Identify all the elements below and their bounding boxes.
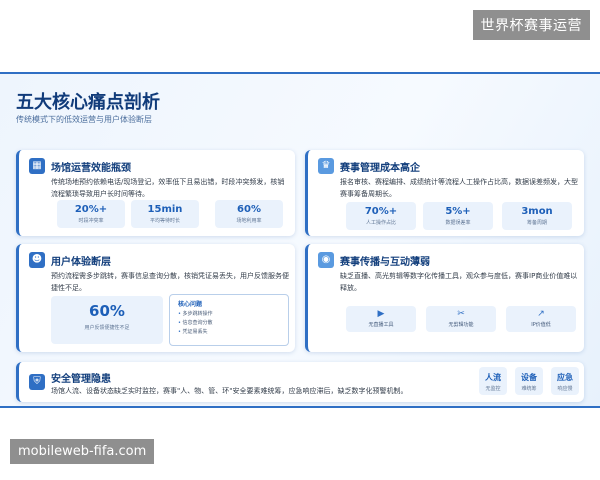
stat-label: 平均等待时长: [149, 218, 180, 224]
core-issues-box: 核心问题 多步跳转操作 信息查询分散 凭证易丢失: [169, 294, 289, 346]
tool-tile: ▶ 无直播工具: [346, 306, 416, 332]
card-event-cost: ♛ 赛事管理成本高企 报名审核、赛程编排、成绩统计等流程人工操作占比高，数据误差…: [305, 150, 584, 236]
security-chip: 应急 响应慢: [551, 367, 579, 395]
core-issues-title: 核心问题: [178, 301, 203, 308]
stat-value: 5%+: [445, 206, 471, 217]
card-description: 场馆人流、设备状态缺乏实时监控，赛事"人、物、管、环"安全要素难统筹，应急响应滞…: [51, 387, 408, 395]
trophy-icon: ♛: [318, 158, 334, 174]
card-description: 预约流程需多步跳转，赛事信息查询分散，核销凭证易丢失，用户反馈服务便捷性不足。: [51, 272, 289, 292]
chip-sub: 无监控: [485, 386, 501, 392]
stat-value: 60%: [237, 204, 261, 215]
scissors-icon: ✂: [457, 309, 465, 319]
stat-tile: 60% 场地利用率: [215, 200, 283, 228]
slide-subtitle: 传统模式下的低效运营与用户体验断层: [16, 115, 152, 124]
stat-value: 70%+: [364, 206, 398, 217]
card-title: 赛事传播与互动薄弱: [340, 257, 430, 268]
stat-tile: 20%+ 时段冲突率: [57, 200, 125, 228]
stat-label: 时段冲突率: [78, 218, 104, 224]
site-url-label: mobileweb-fifa.com: [10, 439, 155, 464]
stat-value: 15min: [147, 204, 183, 215]
watermark-label: 世界杯赛事运营: [472, 10, 590, 40]
chip-sub: 响应慢: [557, 386, 573, 392]
shield-icon: ⛨: [29, 374, 45, 390]
card-title: 场馆运营效能瓶颈: [51, 163, 131, 174]
stat-tile: 15min 平均等待时长: [131, 200, 199, 228]
building-icon: ▦: [29, 158, 45, 174]
stat-tile: 3mon 筹备周期: [502, 202, 572, 230]
stat-value: 3mon: [521, 206, 553, 217]
card-broadcast-interaction: ◉ 赛事传播与互动薄弱 缺乏直播、高光剪辑等数字化传播工具，观众参与度低，赛事I…: [305, 244, 584, 352]
stat-tile: 70%+ 人工操作占比: [346, 202, 416, 230]
tool-label: IP价值低: [531, 322, 551, 328]
card-security: ⛨ 安全管理隐患 场馆人流、设备状态缺乏实时监控，赛事"人、物、管、环"安全要素…: [16, 362, 584, 402]
slide: 五大核心痛点剖析 传统模式下的低效运营与用户体验断层 ▦ 场馆运营效能瓶颈 传统…: [0, 72, 600, 408]
video-icon: ▶: [377, 309, 385, 319]
big-stat-tile: 60% 用户反馈便捷性不足: [51, 296, 163, 344]
card-description: 传统场地预约依赖电话/现场登记，效率低下且易出错，时段冲突频发，核销流程繁琐导致…: [51, 178, 285, 198]
tool-tile: ✂ 无剪辑功能: [426, 306, 496, 332]
tool-label: 无直播工具: [368, 322, 394, 328]
card-title: 赛事管理成本高企: [340, 163, 420, 174]
chip-main: 应急: [557, 373, 573, 382]
user-icon: ☻: [29, 252, 45, 268]
big-stat-value: 60%: [89, 302, 125, 320]
list-item: 凭证易丢失: [178, 328, 213, 337]
card-description: 缺乏直播、高光剪辑等数字化传播工具，观众参与度低，赛事IP商业价值难以释放。: [340, 272, 578, 292]
list-item: 信息查询分散: [178, 319, 213, 328]
broadcast-icon: ◉: [318, 252, 334, 268]
card-title: 用户体验断层: [51, 257, 111, 268]
stat-value: 20%+: [74, 204, 108, 215]
security-chip: 设备 难统筹: [515, 367, 543, 395]
chip-main: 设备: [521, 373, 537, 382]
stat-label: 场地利用率: [236, 218, 262, 224]
card-venue-efficiency: ▦ 场馆运营效能瓶颈 传统场地预约依赖电话/现场登记，效率低下且易出错，时段冲突…: [16, 150, 295, 236]
big-stat-label: 用户反馈便捷性不足: [84, 325, 130, 331]
core-issues-list: 多步跳转操作 信息查询分散 凭证易丢失: [178, 310, 213, 337]
chip-main: 人流: [485, 373, 501, 382]
card-description: 报名审核、赛程编排、成绩统计等流程人工操作占比高，数据误差频发，大型赛事筹备周期…: [340, 178, 578, 198]
stat-tile: 5%+ 数据误差率: [423, 202, 493, 230]
stat-label: 人工操作占比: [365, 220, 396, 226]
chip-sub: 难统筹: [521, 386, 537, 392]
tool-label: 无剪辑功能: [448, 322, 474, 328]
stat-label: 数据误差率: [445, 220, 471, 226]
tool-tile: ↗ IP价值低: [506, 306, 576, 332]
security-chip: 人流 无监控: [479, 367, 507, 395]
trend-icon: ↗: [537, 309, 545, 319]
slide-title: 五大核心痛点剖析: [16, 92, 160, 113]
stat-label: 筹备周期: [526, 220, 547, 226]
card-user-experience: ☻ 用户体验断层 预约流程需多步跳转，赛事信息查询分散，核销凭证易丢失，用户反馈…: [16, 244, 295, 352]
card-title: 安全管理隐患: [51, 374, 111, 385]
list-item: 多步跳转操作: [178, 310, 213, 319]
